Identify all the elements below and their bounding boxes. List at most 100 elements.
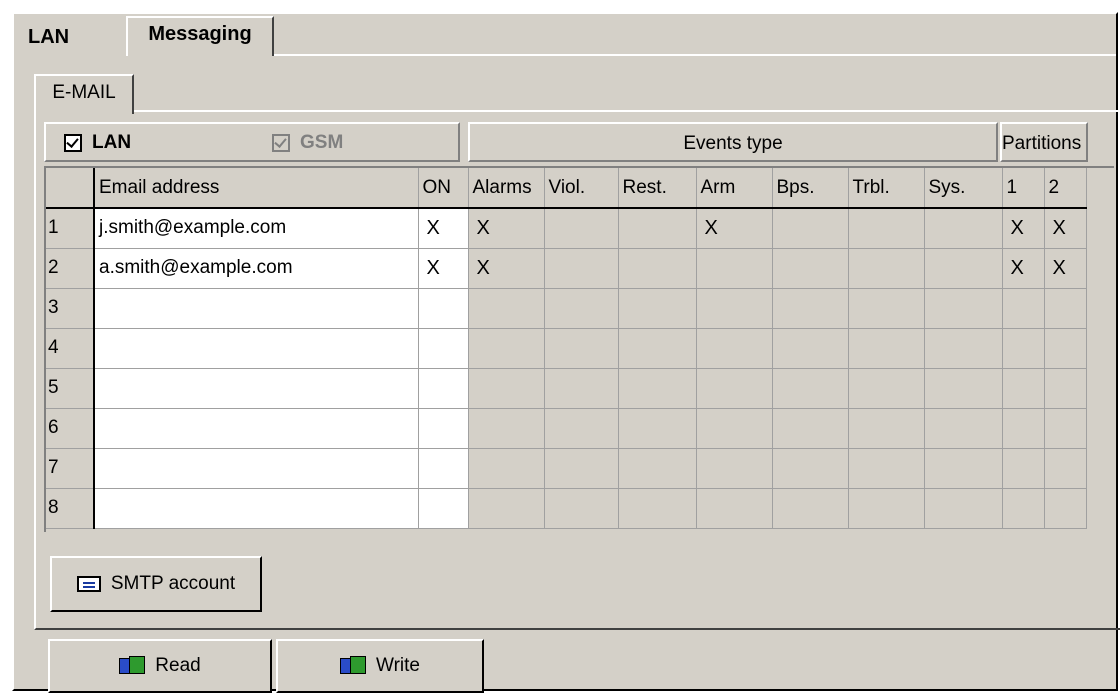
cell-arm[interactable] bbox=[696, 328, 773, 369]
cell-bps[interactable] bbox=[772, 448, 849, 489]
cell-alarms[interactable] bbox=[468, 288, 545, 329]
tab-lan[interactable]: LAN bbox=[28, 20, 69, 54]
cell-sys[interactable] bbox=[924, 248, 1003, 289]
cell-bps[interactable] bbox=[772, 328, 849, 369]
table-row[interactable]: 8 bbox=[46, 488, 1087, 529]
email-address-cell[interactable] bbox=[94, 328, 419, 369]
table-row[interactable]: 2 a.smith@example.com X X X X bbox=[46, 248, 1087, 289]
cell-on[interactable] bbox=[418, 288, 469, 329]
cell-p2[interactable] bbox=[1044, 368, 1087, 409]
cell-sys[interactable] bbox=[924, 408, 1003, 449]
cell-rest[interactable] bbox=[618, 248, 697, 289]
cell-viol[interactable] bbox=[544, 408, 619, 449]
cell-arm[interactable] bbox=[696, 248, 773, 289]
cell-alarms[interactable] bbox=[468, 488, 545, 529]
cell-viol[interactable] bbox=[544, 208, 619, 249]
cell-bps[interactable] bbox=[772, 488, 849, 529]
cell-p1[interactable]: X bbox=[1002, 208, 1045, 249]
cell-p2[interactable] bbox=[1044, 488, 1087, 529]
smtp-account-button[interactable]: SMTP account bbox=[50, 556, 262, 612]
cell-trbl[interactable] bbox=[848, 208, 925, 249]
cell-viol[interactable] bbox=[544, 328, 619, 369]
cell-bps[interactable] bbox=[772, 208, 849, 249]
cell-sys[interactable] bbox=[924, 288, 1003, 329]
lan-checkbox[interactable]: LAN bbox=[64, 132, 131, 154]
cell-on[interactable] bbox=[418, 408, 469, 449]
cell-arm[interactable] bbox=[696, 448, 773, 489]
cell-alarms[interactable]: X bbox=[468, 208, 545, 249]
cell-trbl[interactable] bbox=[848, 368, 925, 409]
table-row[interactable]: 1 j.smith@example.com X X X X X bbox=[46, 208, 1087, 249]
cell-viol[interactable] bbox=[544, 488, 619, 529]
table-row[interactable]: 7 bbox=[46, 448, 1087, 489]
cell-rest[interactable] bbox=[618, 288, 697, 329]
table-row[interactable]: 5 bbox=[46, 368, 1087, 409]
table-row[interactable]: 3 bbox=[46, 288, 1087, 329]
cell-p2[interactable] bbox=[1044, 448, 1087, 489]
cell-on[interactable] bbox=[418, 368, 469, 409]
cell-arm[interactable]: X bbox=[696, 208, 773, 249]
cell-p1[interactable] bbox=[1002, 288, 1045, 329]
cell-p1[interactable] bbox=[1002, 328, 1045, 369]
cell-p1[interactable] bbox=[1002, 408, 1045, 449]
cell-on[interactable]: X bbox=[418, 208, 469, 249]
cell-p2[interactable] bbox=[1044, 328, 1087, 369]
cell-p2[interactable]: X bbox=[1044, 248, 1087, 289]
cell-sys[interactable] bbox=[924, 368, 1003, 409]
cell-arm[interactable] bbox=[696, 368, 773, 409]
cell-trbl[interactable] bbox=[848, 248, 925, 289]
cell-sys[interactable] bbox=[924, 448, 1003, 489]
email-address-cell[interactable] bbox=[94, 368, 419, 409]
cell-trbl[interactable] bbox=[848, 288, 925, 329]
cell-rest[interactable] bbox=[618, 408, 697, 449]
cell-bps[interactable] bbox=[772, 288, 849, 329]
write-button[interactable]: Write bbox=[276, 639, 484, 693]
cell-p1[interactable]: X bbox=[1002, 248, 1045, 289]
cell-trbl[interactable] bbox=[848, 488, 925, 529]
cell-on[interactable]: X bbox=[418, 248, 469, 289]
email-address-cell[interactable] bbox=[94, 408, 419, 449]
table-row[interactable]: 6 bbox=[46, 408, 1087, 449]
read-button[interactable]: Read bbox=[48, 639, 272, 693]
cell-trbl[interactable] bbox=[848, 448, 925, 489]
cell-alarms[interactable] bbox=[468, 448, 545, 489]
cell-alarms[interactable] bbox=[468, 328, 545, 369]
cell-on[interactable] bbox=[418, 328, 469, 369]
cell-sys[interactable] bbox=[924, 208, 1003, 249]
cell-alarms[interactable]: X bbox=[468, 248, 545, 289]
cell-viol[interactable] bbox=[544, 248, 619, 289]
cell-trbl[interactable] bbox=[848, 328, 925, 369]
table-row[interactable]: 4 bbox=[46, 328, 1087, 369]
tab-messaging[interactable]: Messaging bbox=[126, 16, 274, 56]
tab-email[interactable]: E-MAIL bbox=[34, 74, 134, 114]
cell-alarms[interactable] bbox=[468, 408, 545, 449]
cell-on[interactable] bbox=[418, 488, 469, 529]
cell-p1[interactable] bbox=[1002, 488, 1045, 529]
cell-rest[interactable] bbox=[618, 448, 697, 489]
cell-sys[interactable] bbox=[924, 488, 1003, 529]
cell-p2[interactable] bbox=[1044, 288, 1087, 329]
email-address-cell[interactable] bbox=[94, 448, 419, 489]
cell-p1[interactable] bbox=[1002, 368, 1045, 409]
cell-bps[interactable] bbox=[772, 248, 849, 289]
cell-viol[interactable] bbox=[544, 368, 619, 409]
cell-on[interactable] bbox=[418, 448, 469, 489]
cell-p1[interactable] bbox=[1002, 448, 1045, 489]
email-address-cell[interactable] bbox=[94, 288, 419, 329]
email-address-cell[interactable] bbox=[94, 488, 419, 529]
cell-rest[interactable] bbox=[618, 208, 697, 249]
cell-alarms[interactable] bbox=[468, 368, 545, 409]
cell-arm[interactable] bbox=[696, 488, 773, 529]
cell-viol[interactable] bbox=[544, 288, 619, 329]
email-address-cell[interactable]: j.smith@example.com bbox=[94, 208, 419, 249]
cell-arm[interactable] bbox=[696, 408, 773, 449]
cell-viol[interactable] bbox=[544, 448, 619, 489]
cell-arm[interactable] bbox=[696, 288, 773, 329]
cell-rest[interactable] bbox=[618, 488, 697, 529]
cell-trbl[interactable] bbox=[848, 408, 925, 449]
cell-sys[interactable] bbox=[924, 328, 1003, 369]
cell-rest[interactable] bbox=[618, 328, 697, 369]
cell-p2[interactable]: X bbox=[1044, 208, 1087, 249]
cell-bps[interactable] bbox=[772, 408, 849, 449]
email-address-cell[interactable]: a.smith@example.com bbox=[94, 248, 419, 289]
